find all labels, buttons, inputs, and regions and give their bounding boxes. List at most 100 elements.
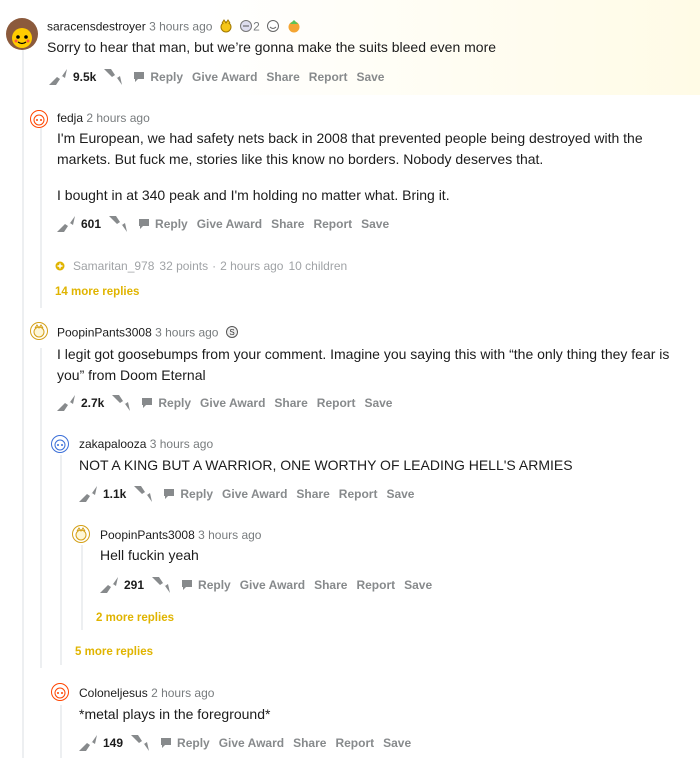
save-button[interactable]: Save [404,578,432,592]
award-icon[interactable] [239,19,253,36]
username[interactable]: saracensdestroyer [47,20,146,34]
upvote-button[interactable] [55,393,77,413]
username[interactable]: Samaritan_978 [73,259,154,273]
downvote-icon [104,69,123,85]
report-button[interactable]: Report [317,396,356,410]
upvote-button[interactable] [77,733,99,753]
comment-meta: PoopinPants3008 3 hours ago [100,528,261,542]
comment-actions: 149 Reply Give Award Share Report Save [77,733,411,753]
save-button[interactable]: Save [386,487,414,501]
save-button[interactable]: Save [364,396,392,410]
username[interactable]: zakapalooza [79,437,146,451]
collapsed-comment[interactable]: Samaritan_978 32 points · 2 hours ago 10… [55,259,347,273]
username[interactable]: fedja [57,111,83,125]
award-icon[interactable] [266,19,280,36]
upvote-button[interactable] [55,214,77,234]
award-icon[interactable] [287,19,301,36]
timestamp[interactable]: 3 hours ago [155,326,218,340]
upvote-icon [79,735,97,751]
avatar-icon [12,28,32,48]
comment-bubble-icon [164,489,175,499]
comment-body: I legit got goosebumps from your comment… [57,346,670,383]
reply-button[interactable]: Reply [163,487,213,501]
give-award-button[interactable]: Give Award [240,578,305,592]
more-replies-link[interactable]: 2 more replies [96,612,174,624]
award-icon[interactable] [219,19,233,36]
comment-meta: Coloneljesus 2 hours ago [79,686,214,700]
more-replies-link[interactable]: 5 more replies [75,646,153,658]
avatar[interactable] [6,18,38,50]
reply-button[interactable]: Reply [133,70,183,84]
share-button[interactable]: Share [296,487,329,501]
username[interactable]: PoopinPants3008 [57,326,152,340]
reply-button[interactable]: Reply [138,217,188,231]
share-button[interactable]: Share [266,70,299,84]
avatar[interactable] [30,322,48,340]
share-button[interactable]: Share [293,736,326,750]
comment-body: I bought in at 340 peak and I'm holding … [57,187,450,203]
downvote-button[interactable] [102,67,124,87]
save-button[interactable]: Save [356,70,384,84]
thread-line[interactable] [60,455,62,665]
downvote-button[interactable] [132,484,154,504]
report-button[interactable]: Report [335,736,374,750]
timestamp[interactable]: 3 hours ago [198,528,261,542]
reply-button[interactable]: Reply [141,396,191,410]
share-button[interactable]: Share [314,578,347,592]
give-award-button[interactable]: Give Award [197,217,262,231]
more-replies-link[interactable]: 14 more replies [55,286,139,298]
comment-meta: saracensdestroyer 3 hours ago 2 [47,19,301,36]
comment-meta: PoopinPants3008 3 hours ago S [57,325,239,342]
avatar[interactable] [51,435,69,453]
give-award-button[interactable]: Give Award [192,70,257,84]
separator: · [212,259,217,273]
give-award-button[interactable]: Give Award [219,736,284,750]
username[interactable]: PoopinPants3008 [100,528,195,542]
avatar[interactable] [72,525,90,543]
downvote-icon [109,216,128,232]
give-award-button[interactable]: Give Award [222,487,287,501]
comment-bubble-icon [161,738,172,748]
downvote-icon [131,735,150,751]
timestamp[interactable]: 3 hours ago [149,20,212,34]
give-award-button[interactable]: Give Award [200,396,265,410]
downvote-button[interactable] [150,575,172,595]
expand-icon[interactable] [55,261,65,271]
upvote-button[interactable] [77,484,99,504]
timestamp[interactable]: 3 hours ago [150,437,213,451]
vote-score: 601 [81,217,102,231]
comment-body: Sorry to hear that man, but we’re gonna … [47,39,497,55]
upvote-button[interactable] [98,575,120,595]
timestamp[interactable]: 2 hours ago [151,686,214,700]
award-icon[interactable]: S [225,325,239,342]
downvote-icon [112,395,131,411]
downvote-button[interactable] [110,393,132,413]
report-button[interactable]: Report [309,70,348,84]
reply-button[interactable]: Reply [181,578,231,592]
vote-score: 291 [124,578,145,592]
share-button[interactable]: Share [271,217,304,231]
report-button[interactable]: Report [339,487,378,501]
downvote-button[interactable] [129,733,151,753]
report-button[interactable]: Report [356,578,395,592]
thread-line[interactable] [81,545,83,630]
award-count: 2 [253,19,260,34]
upvote-icon [79,486,97,502]
thread-line[interactable] [60,705,62,758]
report-button[interactable]: Report [313,217,352,231]
username[interactable]: Coloneljesus [79,686,148,700]
thread-line[interactable] [40,128,42,308]
upvote-button[interactable] [47,67,69,87]
reply-button[interactable]: Reply [160,736,210,750]
avatar[interactable] [30,110,48,128]
thread-line[interactable] [40,348,42,668]
save-button[interactable]: Save [383,736,411,750]
save-button[interactable]: Save [361,217,389,231]
avatar-icon [54,687,66,699]
timestamp[interactable]: 2 hours ago [86,111,149,125]
thread-line[interactable] [22,48,24,758]
avatar[interactable] [51,683,69,701]
upvote-icon [57,395,75,411]
downvote-button[interactable] [107,214,129,234]
share-button[interactable]: Share [274,396,307,410]
